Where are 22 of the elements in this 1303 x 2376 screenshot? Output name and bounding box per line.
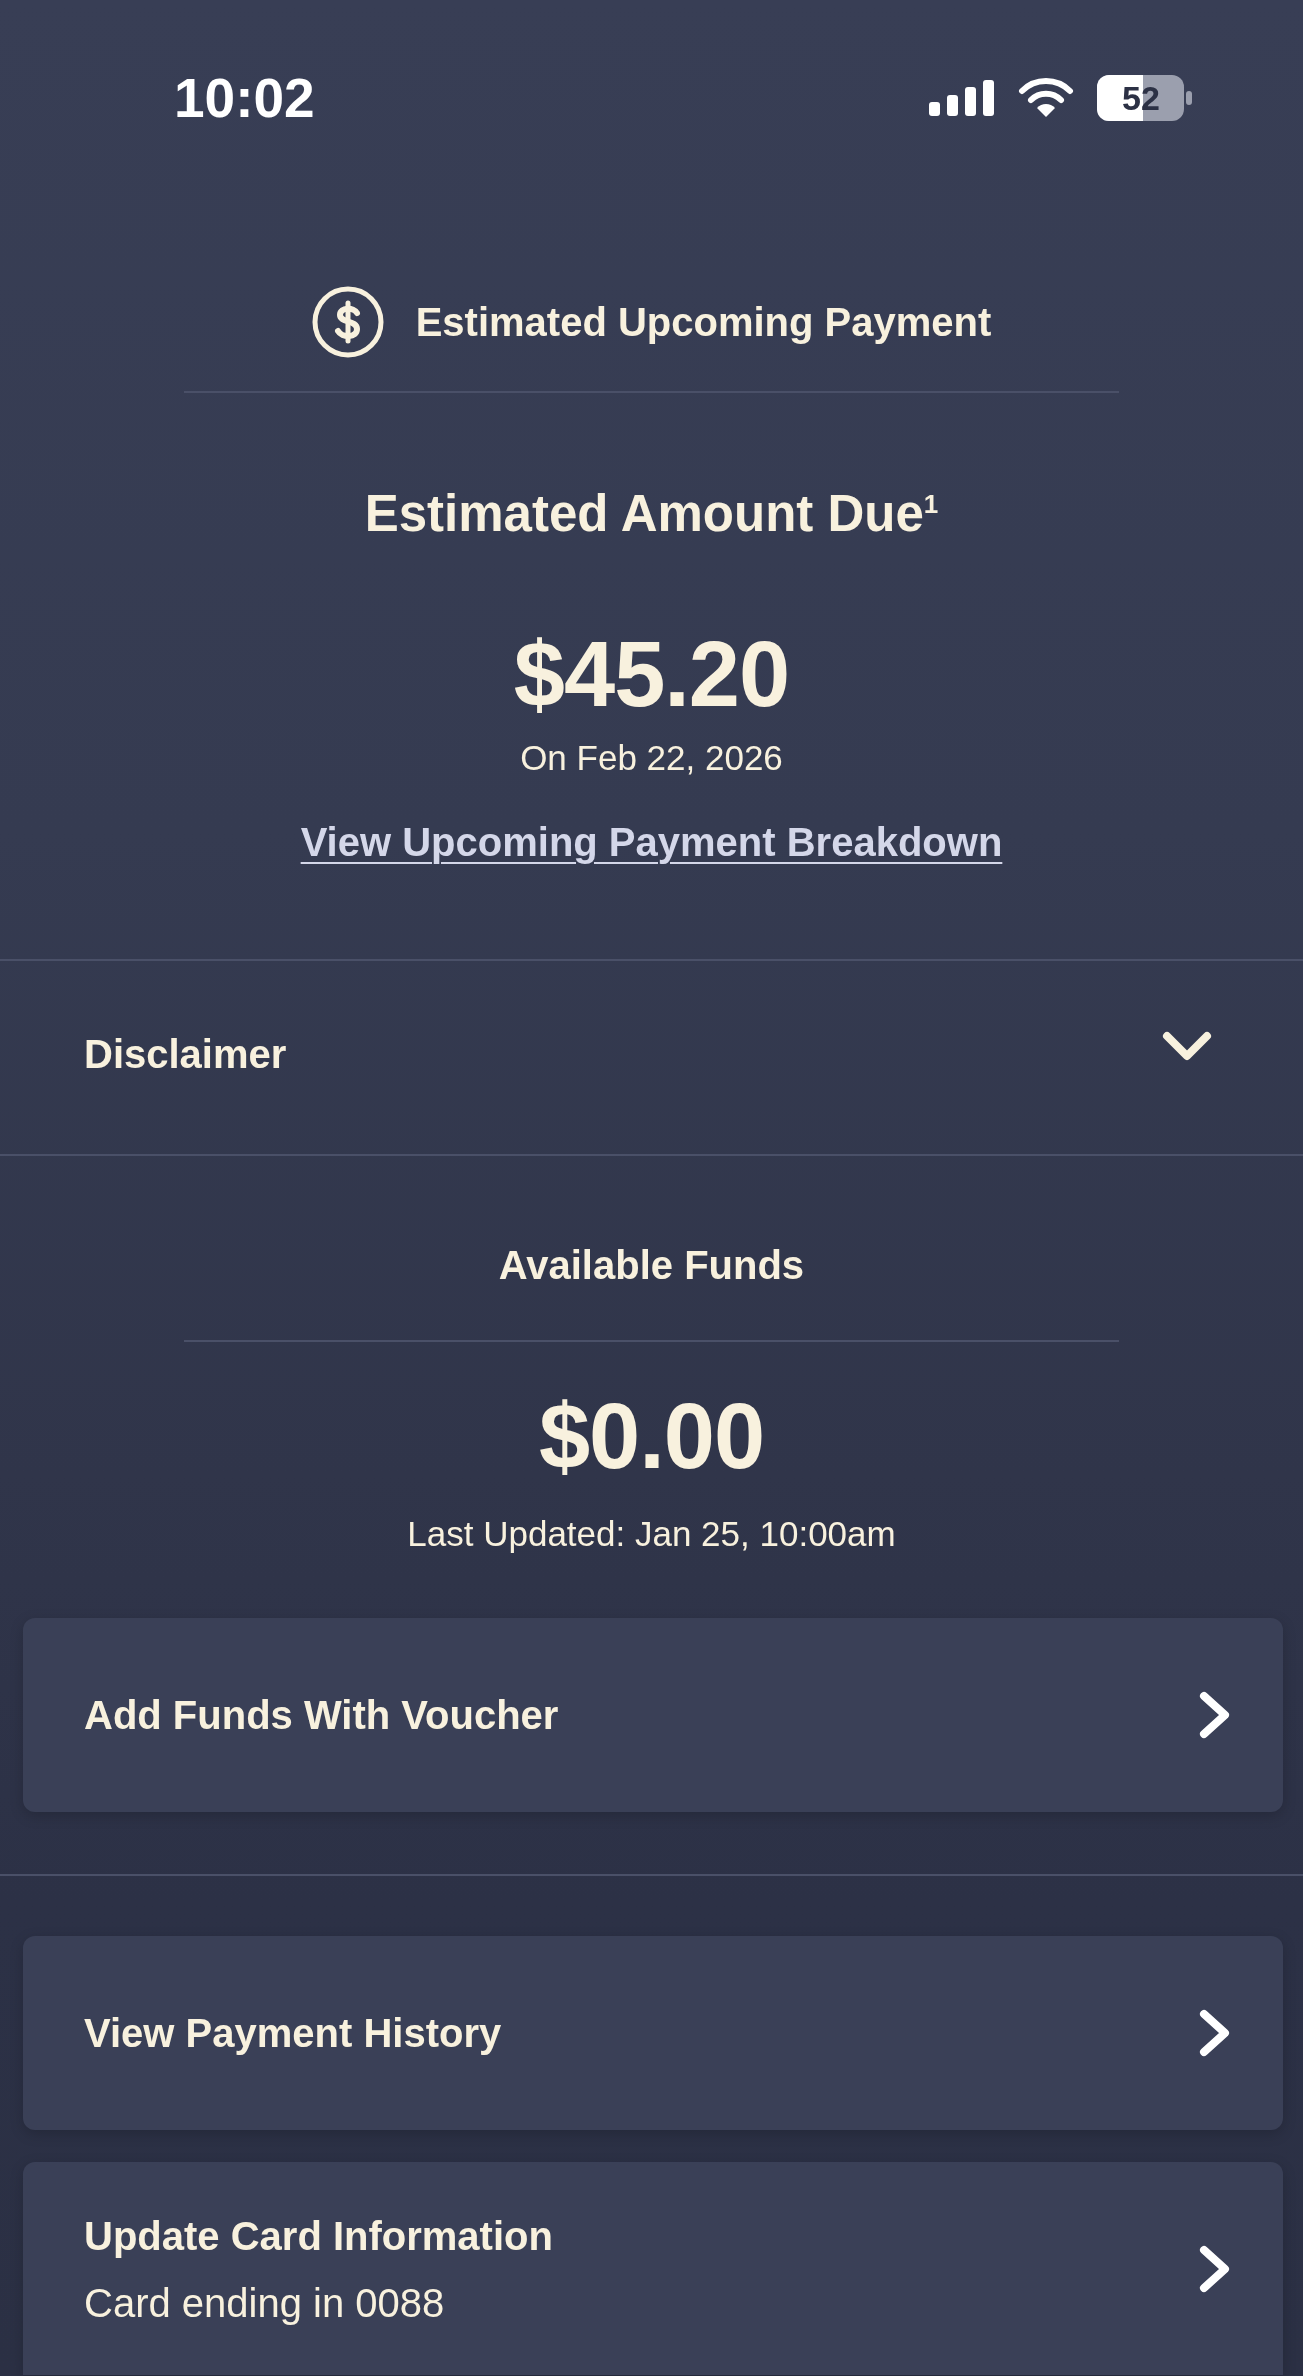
chevron-right-icon <box>1198 2243 1232 2294</box>
battery-icon <box>1097 74 1192 121</box>
action-card[interactable]: Add Funds With Voucher <box>23 1618 1283 1812</box>
signal-icon <box>929 79 994 116</box>
card-detail-text: Card ending in 0088 <box>84 2280 446 2325</box>
wifi-icon <box>1018 77 1074 118</box>
action-card[interactable]: View Payment History <box>23 1936 1283 2130</box>
dollar-circle-icon <box>311 286 384 358</box>
available-funds-title: Available Funds <box>498 1243 805 1287</box>
payment-breakdown-link[interactable]: View Upcoming Payment Breakdown <box>300 819 1003 865</box>
disclaimer-toggle[interactable]: Disclaimer <box>0 961 1303 1154</box>
action-card[interactable]: Update Card Information Card ending in 0088 <box>23 2162 1283 2375</box>
last-updated-text: Last Updated: Jan 25, 10:00am <box>407 1514 896 1554</box>
status-time: 10:02 <box>174 67 315 128</box>
available-funds-value: $0.00 <box>538 1386 765 1486</box>
chevron-right-icon <box>1198 1690 1232 1740</box>
due-date: On Feb 22, 2026 <box>520 738 783 778</box>
amount-due-label: Estimated Amount Due$^{1}$ <box>364 485 939 543</box>
chevron-right-icon <box>1198 2008 1232 2058</box>
battery-percentage: 52 <box>1122 80 1160 115</box>
amount-due-value: $45.20 <box>513 624 790 724</box>
section-title: Estimated Upcoming Payment <box>415 299 992 345</box>
